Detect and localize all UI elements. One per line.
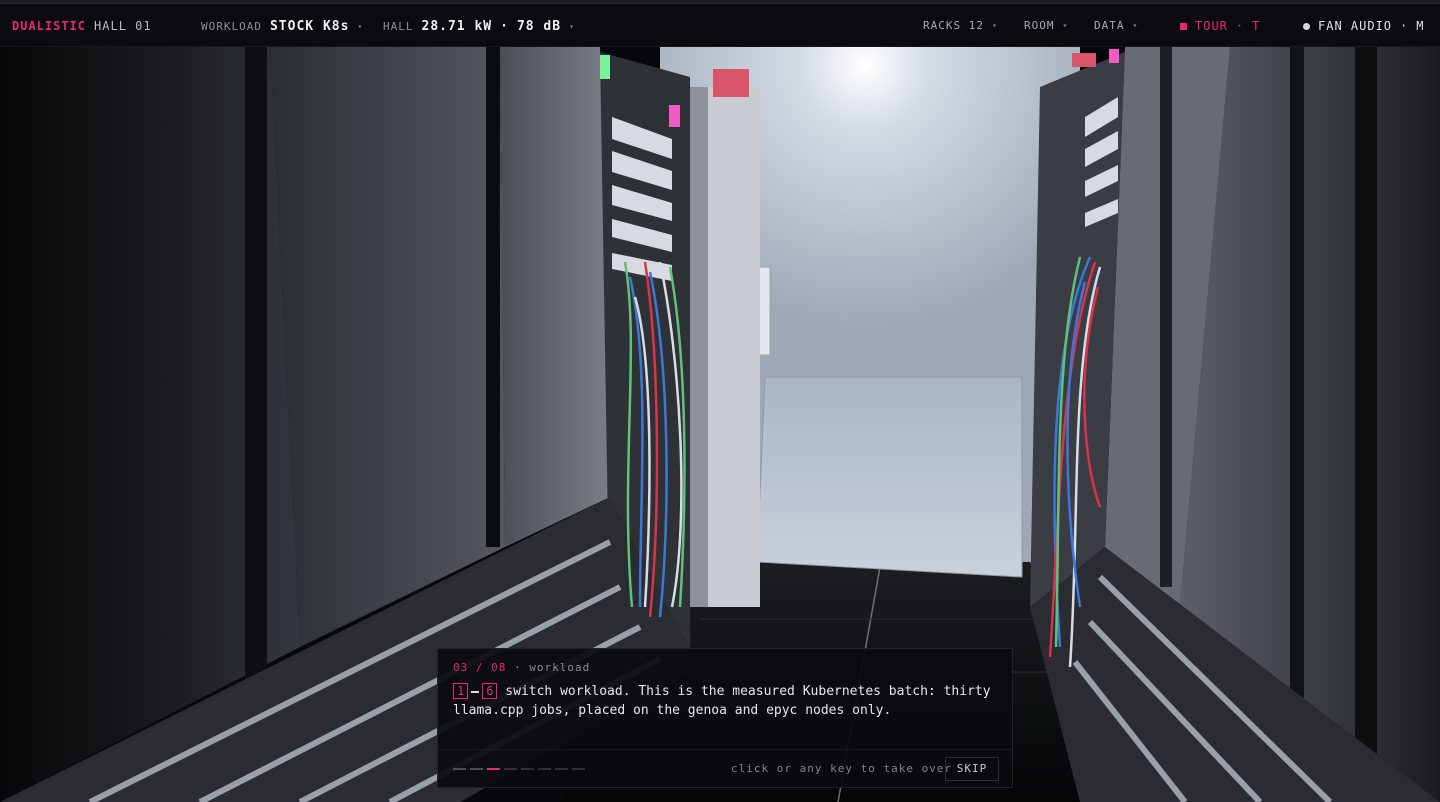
chevron-down-icon: ▾ [1132,21,1139,30]
skip-button[interactable]: SKIP [945,757,999,781]
hall-power: 28.71 kW [421,19,493,34]
tour-toggle[interactable]: TOUR · T [1180,19,1260,33]
data-menu-label: DATA [1094,19,1125,32]
fan-audio-label: FAN AUDIO [1318,19,1393,33]
hall-name: HALL 01 [94,19,152,33]
tour-progress-segment [453,768,466,770]
rack-panel [500,47,610,547]
audio-indicator-icon [1303,22,1310,30]
tour-footer: click or any key to take over SKIP [438,749,1012,787]
key-hint-to: 6 [482,683,498,699]
chevron-down-icon: ▾ [569,22,575,31]
status-led-red [713,69,749,97]
tour-panel: 03 / 08 · workload 16 switch workload. T… [437,648,1013,788]
rack-frame [1160,47,1172,587]
workload-value: STOCK K8s [269,19,350,34]
tour-progress-segment [555,768,568,770]
hall-label: HALL [383,20,414,33]
tour-body-text: switch workload. This is the measured Ku… [453,684,991,718]
tour-key: T [1252,19,1261,33]
tour-message: 16 switch workload. This is the measured… [453,682,998,720]
status-led-pink [669,105,680,127]
fan-audio-separator: · [1400,19,1409,33]
hall-noise: 78 dB [516,19,562,34]
rack-panel [270,47,505,647]
tour-header: 03 / 08 · workload [453,661,590,674]
tour-progress-segment [572,768,585,770]
range-dash [471,690,480,693]
rack-frame [1355,47,1377,802]
workload-label: WORKLOAD [201,20,262,33]
tour-section: workload [529,661,591,674]
fan-audio-key: M [1416,19,1425,33]
rack-edge [690,87,708,607]
workload-selector[interactable]: WORKLOAD STOCK K8s ▾ [201,19,363,34]
rack-frame [1290,47,1304,767]
hall-title: DUALISTIC HALL 01 [12,19,152,33]
window-edge [0,0,1440,4]
status-led-red [1072,53,1096,67]
fan-audio-toggle[interactable]: FAN AUDIO · M [1303,19,1425,33]
brand-logo: DUALISTIC [12,19,87,33]
racks-menu-label: RACKS 12 [923,19,984,32]
tour-progress-segment [521,768,534,770]
tour-progress-segment [504,768,517,770]
chevron-down-icon: ▾ [1062,21,1069,30]
room-menu-label: ROOM [1024,19,1055,32]
top-bar: DUALISTIC HALL 01 WORKLOAD STOCK K8s ▾ H… [0,0,1440,47]
tour-progress-segment [487,768,500,770]
hall-stats-selector[interactable]: HALL 28.71 kW · 78 dB ▾ [383,19,575,34]
whiteboard [756,376,1023,578]
rack-frame [486,47,500,547]
chevron-down-icon: ▾ [357,22,364,31]
tour-progress-segment [538,768,551,770]
tour-indicator-icon [1180,22,1187,30]
tour-progress [453,768,585,770]
key-hint-from: 1 [453,683,469,699]
status-led-pink [1109,49,1119,63]
tour-progress-segment [470,768,483,770]
data-menu[interactable]: DATA ▾ [1094,19,1138,32]
stat-separator: · [500,19,509,34]
tour-label: TOUR [1195,19,1228,33]
status-led-green [600,55,610,79]
takeover-hint: click or any key to take over [731,762,953,775]
tour-step-counter: 03 / 08 [453,661,507,674]
chevron-down-icon: ▾ [991,21,998,30]
racks-menu[interactable]: RACKS 12 ▾ [923,19,998,32]
tour-header-separator: · [513,661,522,674]
tour-separator: · [1235,19,1245,33]
rack-frame [245,47,267,687]
room-menu[interactable]: ROOM ▾ [1024,19,1068,32]
